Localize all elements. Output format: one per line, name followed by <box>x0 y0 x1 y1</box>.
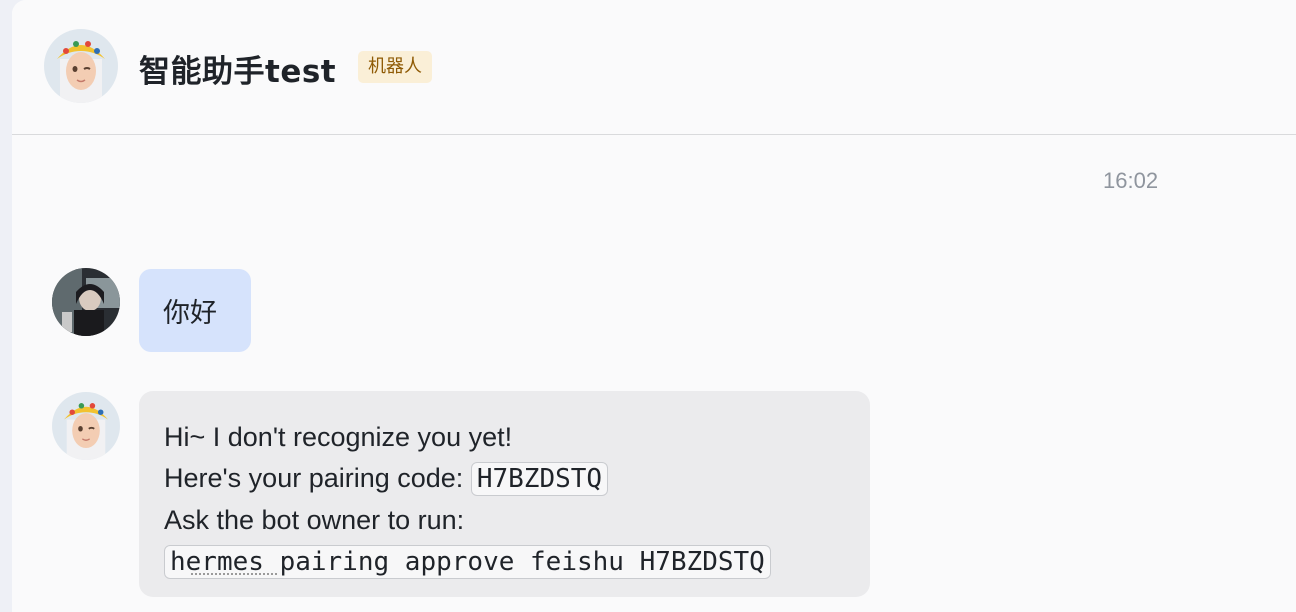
bot-message-line4: hermes pairing approve feishu H7BZDSTQ <box>164 541 870 583</box>
user-message-bubble[interactable]: 你好 <box>139 269 251 352</box>
bot-message-avatar-icon[interactable] <box>52 392 120 460</box>
bot-tag-badge: 机器人 <box>358 51 432 83</box>
spellcheck-underline <box>191 571 277 575</box>
message-timestamp: 16:02 <box>1103 168 1159 193</box>
pairing-code-label: Here's your pairing code: <box>164 463 464 493</box>
bot-message-line1: Hi~ I don't recognize you yet! <box>164 422 513 452</box>
chat-title: 智能助手test <box>139 54 337 90</box>
user-avatar-icon[interactable] <box>52 268 120 336</box>
pairing-code[interactable]: H7BZDSTQ <box>470 462 609 496</box>
bot-message-line3: Ask the bot owner to run: <box>164 505 465 535</box>
bot-message-line2: Here's your pairing code: H7BZDSTQ <box>164 458 870 500</box>
chat-window: 智能助手test 机器人 16:02 你好 Hi~ I don't recogn… <box>12 0 1296 612</box>
user-message-text: 你好 <box>163 298 217 329</box>
bot-avatar-icon[interactable] <box>44 29 118 103</box>
chat-header: 智能助手test 机器人 <box>12 0 1296 135</box>
bot-message-bubble[interactable]: Hi~ I don't recognize you yet! Here's yo… <box>139 391 870 597</box>
